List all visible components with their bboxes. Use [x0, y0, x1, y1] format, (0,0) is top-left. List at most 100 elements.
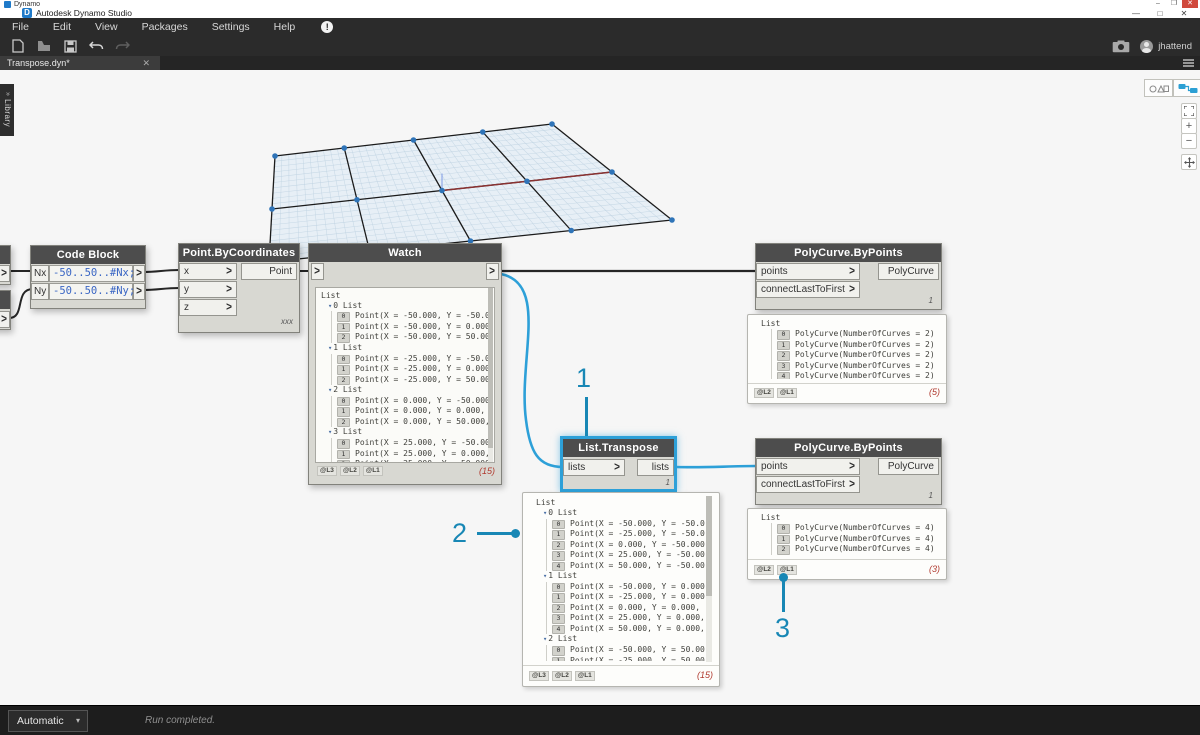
tree-row: 1 PolyCurve(NumberOfCurves = 2): [756, 339, 944, 350]
tree-row: 2 Point(X = -50.000, Y = 50.00: [316, 332, 494, 343]
watch-scrollbar[interactable]: [488, 288, 493, 462]
node-list-transpose[interactable]: List.Transpose lists > lists 1: [560, 436, 677, 492]
tree-row: ▾2 List: [328, 385, 363, 395]
tree-row: 1 PolyCurve(NumberOfCurves = 4): [756, 533, 944, 544]
node-polycurve-2-title: PolyCurve.ByPoints: [756, 439, 941, 457]
tree-row: 0 Point(X = -50.000, Y = -50.0: [316, 311, 494, 322]
polycurve-2-count: (3): [929, 564, 940, 574]
canvas-nav-controls: + −: [1181, 103, 1197, 170]
polycurve-1-lacing[interactable]: 1: [929, 296, 933, 305]
node-polycurve-1[interactable]: PolyCurve.ByPoints points > connectLastTo…: [755, 243, 942, 310]
tree-row: 3 PolyCurve(NumberOfCurves = 2): [756, 360, 944, 371]
transpose-preview-tree: List ▾0 List 0 Point(X = -50.000, Y = -50.0…: [523, 493, 705, 661]
graph-view-button[interactable]: [1173, 79, 1200, 97]
partial-node-1-output-port[interactable]: >: [0, 265, 10, 282]
polycurve-2-preview-bubble[interactable]: List 0 PolyCurve(NumberOfCurves = 4) 1 PolyC…: [747, 508, 947, 580]
library-panel-tab[interactable]: » Library: [0, 84, 14, 136]
wire-watch-transpose-selected[interactable]: [500, 272, 564, 469]
wire-codeblock-x[interactable]: [142, 269, 180, 273]
tree-row: 4 Point(X = 50.000, Y = 0.000, Z: [531, 623, 705, 635]
point-input-z[interactable]: z >: [179, 299, 237, 316]
tree-row: List: [536, 498, 556, 507]
transpose-lacing[interactable]: 1: [666, 478, 670, 487]
tree-row: 2 Point(X = 0.000, Y = 50.000,: [316, 416, 494, 428]
annotation-1-label: 1: [576, 363, 592, 393]
polycurve-2-input-connectlasttofirst[interactable]: connectLastToFirst >: [756, 476, 860, 493]
wire-transpose-polycurve2-selected[interactable]: [676, 464, 757, 469]
code-block-line-2[interactable]: -50..50..#Ny;: [49, 283, 135, 300]
dropdown-chevron-icon: ▾: [75, 716, 80, 725]
tree-row: 1 Point(X = -25.000, Y = 0.000: [316, 364, 494, 375]
node-transpose-title: List.Transpose: [563, 439, 674, 457]
tree-row: 2 PolyCurve(NumberOfCurves = 2): [756, 350, 944, 361]
tree-row: ▾1 List: [543, 571, 578, 581]
tree-row: 1 Point(X = -25.000, Y = 0.000, Z: [531, 592, 705, 603]
tree-row: 1 Point(X = -50.000, Y = 0.000: [316, 321, 494, 333]
transpose-output-lists[interactable]: lists: [637, 459, 674, 476]
point-input-x[interactable]: x >: [179, 263, 237, 280]
code-block-line-1[interactable]: -50..50..#Nx;: [49, 265, 135, 282]
node-watch[interactable]: Watch > > List ▾0 List 0 Point(X = -50.000,…: [308, 243, 502, 485]
polycurve-2-lacing[interactable]: 1: [929, 491, 933, 500]
annotation-1-line: [585, 397, 588, 436]
tree-row: ▾2 List: [543, 634, 578, 644]
tree-row: List: [321, 291, 341, 300]
run-status-message: Run completed.: [145, 715, 216, 726]
wire-codeblock-y[interactable]: [142, 287, 180, 291]
status-bar: Automatic ▾ Run completed.: [0, 705, 1200, 735]
partial-node-2-output-port[interactable]: >: [0, 311, 10, 328]
annotation-2-dot: [511, 529, 520, 538]
watch-input-port[interactable]: >: [311, 263, 324, 280]
transpose-levels[interactable]: @L3 @L2 @L1: [529, 671, 598, 681]
transpose-input-lists[interactable]: lists >: [563, 459, 625, 476]
partial-node-2[interactable]: >: [0, 290, 11, 330]
annotation-2-label: 2: [452, 518, 468, 548]
annotation-3-label: 3: [775, 613, 791, 643]
polycurve-1-levels[interactable]: @L2 @L1: [754, 388, 800, 398]
point-output[interactable]: Point: [241, 263, 297, 280]
tree-row: 0 Point(X = -50.000, Y = 0.000, Z: [531, 581, 705, 593]
polycurve-1-output[interactable]: PolyCurve: [878, 263, 939, 280]
code-block-input-ny[interactable]: Ny: [31, 283, 49, 300]
polycurve-2-levels[interactable]: @L2 @L1: [754, 565, 800, 575]
zoom-in-button[interactable]: +: [1181, 118, 1197, 134]
point-lacing-indicator[interactable]: xxx: [281, 317, 293, 326]
node-point-title: Point.ByCoordinates: [179, 244, 299, 262]
code-block-input-nx[interactable]: Nx: [31, 265, 49, 282]
watch-list-tree: List ▾0 List 0 Point(X = -50.000, Y = -50.0…: [315, 287, 495, 463]
tree-row: 4 PolyCurve(NumberOfCurves = 2): [756, 371, 944, 379]
tree-row: ▾3 List: [328, 427, 363, 437]
tree-row: ▾0 List: [328, 300, 363, 310]
polycurve-2-input-points[interactable]: points >: [756, 458, 860, 475]
partial-node-1[interactable]: >: [0, 245, 11, 285]
polycurve-1-input-points[interactable]: points >: [756, 263, 860, 280]
watch-levels[interactable]: @L3 @L2 @L1: [317, 466, 386, 476]
polycurve-1-input-connectlasttofirst[interactable]: connectLastToFirst >: [756, 281, 860, 298]
tree-row: 0 Point(X = 0.000, Y = -50.000: [316, 395, 494, 407]
watch-count: (15): [478, 466, 495, 476]
transpose-bubble-scrollbar[interactable]: [706, 496, 712, 662]
library-tab-label: Library: [3, 99, 12, 128]
tree-row: 1 Point(X = 25.000, Y = 0.000,: [316, 448, 494, 460]
zoom-out-button[interactable]: −: [1181, 133, 1197, 149]
node-point-bycoordinates[interactable]: Point.ByCoordinates x > y > z > Point xxx: [178, 243, 300, 333]
tree-row: 0 Point(X = -25.000, Y = -50.0: [316, 353, 494, 365]
code-block-output-nx[interactable]: >: [133, 265, 145, 282]
watch-output-port[interactable]: >: [486, 263, 499, 280]
view-mode-toggle: [1144, 79, 1200, 97]
fit-view-button[interactable]: [1181, 103, 1197, 119]
tree-row: 3 Point(X = 25.000, Y = 0.000, Z: [531, 613, 705, 624]
tree-row: 2 Point(X = 0.000, Y = -50.000, Z: [531, 539, 705, 551]
pan-button[interactable]: [1181, 154, 1197, 170]
tree-row: 2Point(X = 25.000, Y = 50.000: [316, 459, 494, 462]
run-mode-dropdown[interactable]: Automatic ▾: [8, 710, 88, 732]
transpose-preview-bubble[interactable]: List ▾0 List 0 Point(X = -50.000, Y = -50.0…: [522, 492, 720, 687]
node-polycurve-2[interactable]: PolyCurve.ByPoints points > connectLastTo…: [755, 438, 942, 505]
polycurve-1-preview-bubble[interactable]: List 0 PolyCurve(NumberOfCurves = 2) 1 PolyC…: [747, 314, 947, 404]
code-block-output-ny[interactable]: >: [133, 283, 145, 300]
polycurve-1-count: (5): [929, 387, 940, 397]
point-input-y[interactable]: y >: [179, 281, 237, 298]
geometry-view-button[interactable]: [1144, 79, 1173, 97]
polycurve-2-output[interactable]: PolyCurve: [878, 458, 939, 475]
node-code-block[interactable]: Code Block Nx -50..50..#Nx; > Ny -50..50…: [30, 245, 146, 309]
